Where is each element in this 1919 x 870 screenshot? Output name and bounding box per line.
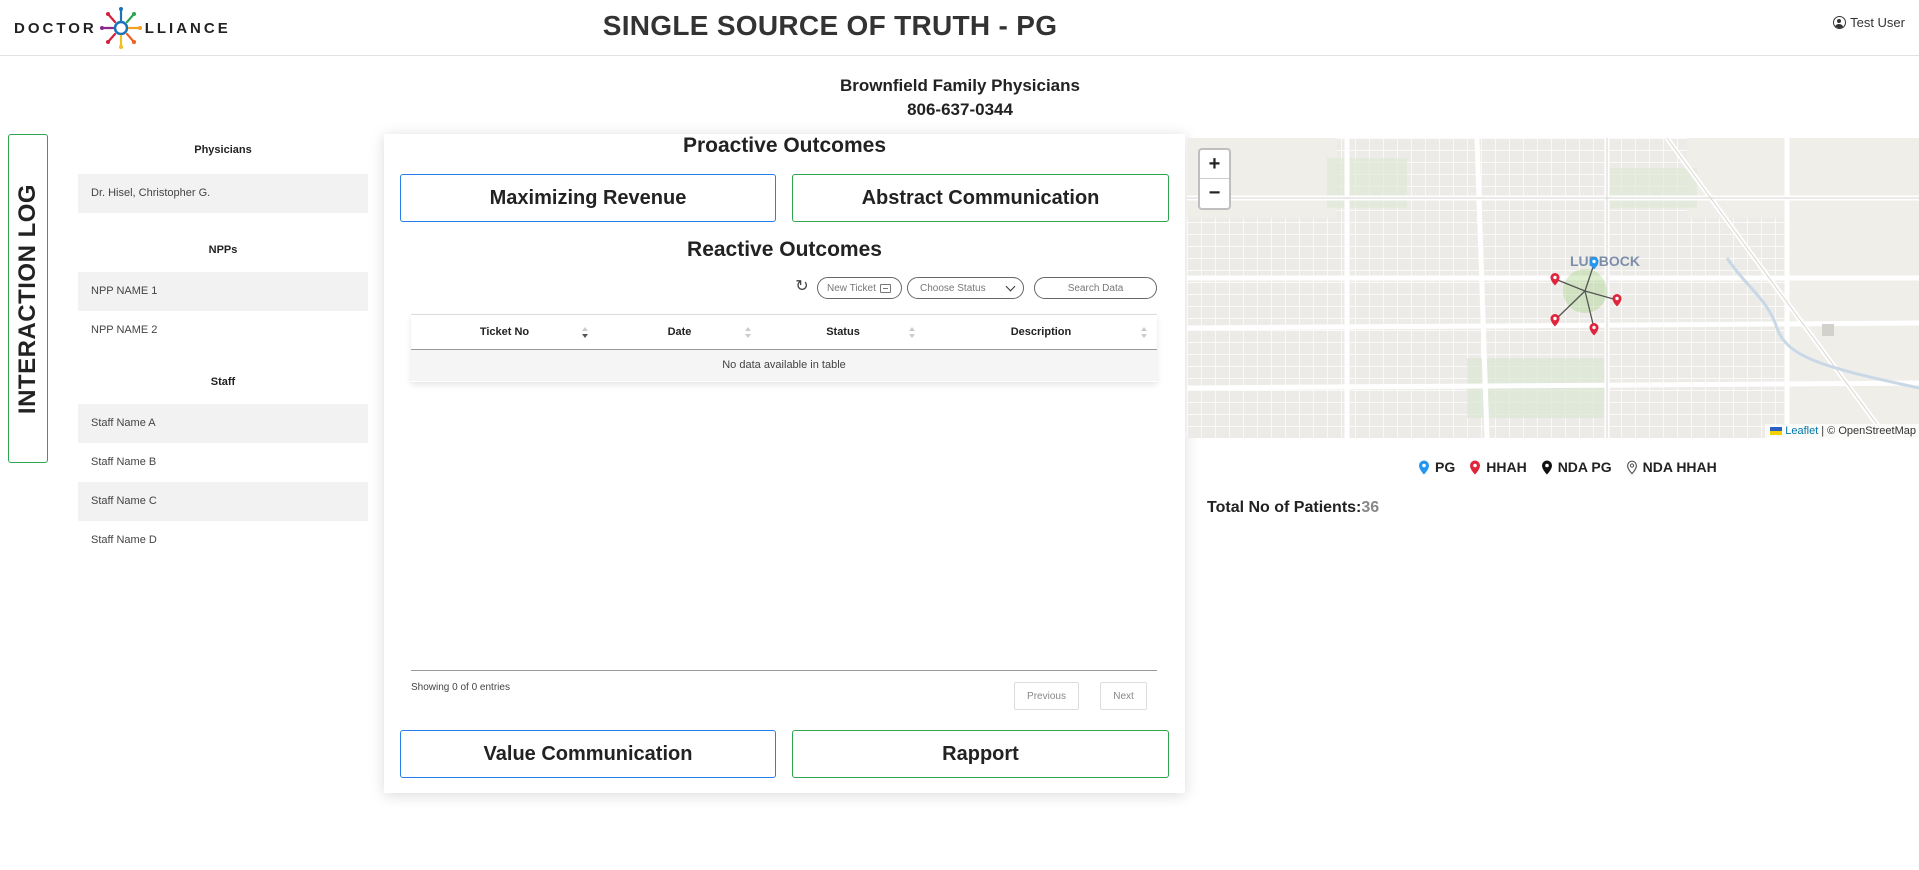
chevron-down-icon [1005, 281, 1016, 292]
npp-item[interactable]: NPP NAME 1 [78, 272, 368, 311]
pin-black-icon [1541, 460, 1552, 474]
staff-item[interactable]: Staff Name A [78, 404, 368, 443]
sort-icon [909, 327, 915, 339]
app-header: DOCTOR LLIANCE SINGLE SOURCE OF TRUTH - [0, 0, 1919, 56]
maximizing-revenue-button[interactable]: Maximizing Revenue [400, 174, 776, 222]
search-placeholder: Search Data [1067, 282, 1124, 294]
leaflet-link[interactable]: Leaflet [1785, 425, 1818, 437]
interaction-log-tab[interactable]: INTERACTION LOG [8, 134, 48, 463]
search-input[interactable]: Search Data [1034, 277, 1157, 299]
map[interactable]: LUBBOCK + − Leaflet | © OpenStreetMap [1187, 138, 1919, 438]
map-city-label: LUBBOCK [1570, 253, 1640, 269]
legend-item-hhah: HHAH [1469, 459, 1527, 475]
npps-heading: NPPs [208, 244, 238, 256]
map-tiles[interactable]: LUBBOCK [1187, 138, 1919, 438]
total-patients-count: 36 [1361, 499, 1380, 516]
legend-item-nda-hhah: NDA HHAH [1626, 459, 1717, 475]
osm-attribution[interactable]: | © OpenStreetMap [1821, 425, 1916, 437]
map-attribution: Leaflet | © OpenStreetMap [1765, 424, 1919, 438]
column-header-status[interactable]: Status [761, 315, 925, 349]
table-info: Showing 0 of 0 entries [411, 682, 510, 693]
legend-label: PG [1435, 459, 1456, 475]
column-header-date[interactable]: Date [598, 315, 761, 349]
tickets-table: Ticket No Date Status Description No dat… [411, 314, 1157, 382]
user-name: Test User [1850, 15, 1905, 30]
next-page-button[interactable]: Next [1100, 682, 1147, 710]
sort-icon [1141, 327, 1147, 339]
map-zoom-control: + − [1198, 148, 1231, 210]
interaction-log-label: INTERACTION LOG [14, 183, 41, 414]
proactive-outcomes-title: Proactive Outcomes [682, 134, 887, 157]
legend-label: NDA HHAH [1642, 459, 1717, 475]
column-label: Ticket No [479, 326, 530, 338]
zoom-in-button[interactable]: + [1200, 150, 1229, 179]
physician-item[interactable]: Dr. Hisel, Christopher G. [78, 174, 368, 213]
physicians-heading: Physicians [194, 144, 252, 156]
legend-label: NDA PG [1557, 459, 1612, 475]
legend-label: HHAH [1486, 459, 1527, 475]
sort-icon [582, 327, 588, 339]
refresh-icon[interactable]: ↻ [793, 276, 811, 298]
pin-red-icon [1470, 460, 1481, 474]
status-select[interactable]: Choose Status [907, 277, 1024, 299]
new-ticket-button[interactable]: New Ticket [817, 277, 902, 299]
user-menu[interactable]: Test User [1833, 15, 1905, 30]
reactive-outcomes-title: Reactive Outcomes [687, 238, 882, 261]
legend-item-nda-pg: NDA PG [1541, 459, 1612, 475]
column-label: Description [1010, 326, 1072, 338]
column-header-description[interactable]: Description [925, 315, 1157, 349]
npp-item[interactable]: NPP NAME 2 [78, 311, 368, 350]
table-divider [411, 670, 1157, 671]
zoom-out-button[interactable]: − [1200, 179, 1229, 208]
ticket-icon [879, 283, 891, 293]
legend-item-pg: PG [1418, 459, 1455, 475]
pin-outline-icon [1626, 460, 1637, 474]
value-communication-button[interactable]: Value Communication [400, 730, 776, 778]
column-label: Status [826, 326, 860, 338]
total-patients: Total No of Patients:36 [1207, 499, 1379, 517]
page-title: SINGLE SOURCE OF TRUTH - PG [602, 10, 1058, 41]
column-label: Date [667, 326, 692, 338]
user-circle-icon [1833, 16, 1847, 29]
table-empty-row: No data available in table [411, 350, 1157, 381]
staff-heading: Staff [210, 376, 236, 388]
abstract-communication-button[interactable]: Abstract Communication [792, 174, 1169, 222]
new-ticket-label: New Ticket [827, 282, 876, 294]
table-header-row: Ticket No Date Status Description [411, 314, 1157, 350]
rapport-button[interactable]: Rapport [792, 730, 1169, 778]
practice-phone: 806-637-0344 [907, 100, 1013, 119]
pin-blue-icon [1419, 460, 1429, 474]
staff-item[interactable]: Staff Name B [78, 443, 368, 482]
previous-page-button[interactable]: Previous [1014, 682, 1079, 710]
practice-name: Brownfield Family Physicians [840, 76, 1080, 95]
people-list: Physicians Dr. Hisel, Christopher G. NPP… [78, 144, 368, 560]
ukraine-flag-icon [1770, 427, 1783, 435]
total-patients-label: Total No of Patients: [1207, 499, 1362, 516]
column-header-ticket-no[interactable]: Ticket No [411, 315, 598, 349]
outcomes-panel: Proactive Outcomes Maximizing Revenue Ab… [384, 134, 1185, 793]
staff-item[interactable]: Staff Name D [78, 521, 368, 560]
sort-icon [745, 327, 751, 339]
staff-item[interactable]: Staff Name C [78, 482, 368, 521]
status-select-value: Choose Status [920, 282, 986, 294]
map-legend: PG HHAH NDA PG NDA HHAH [1418, 459, 1717, 475]
